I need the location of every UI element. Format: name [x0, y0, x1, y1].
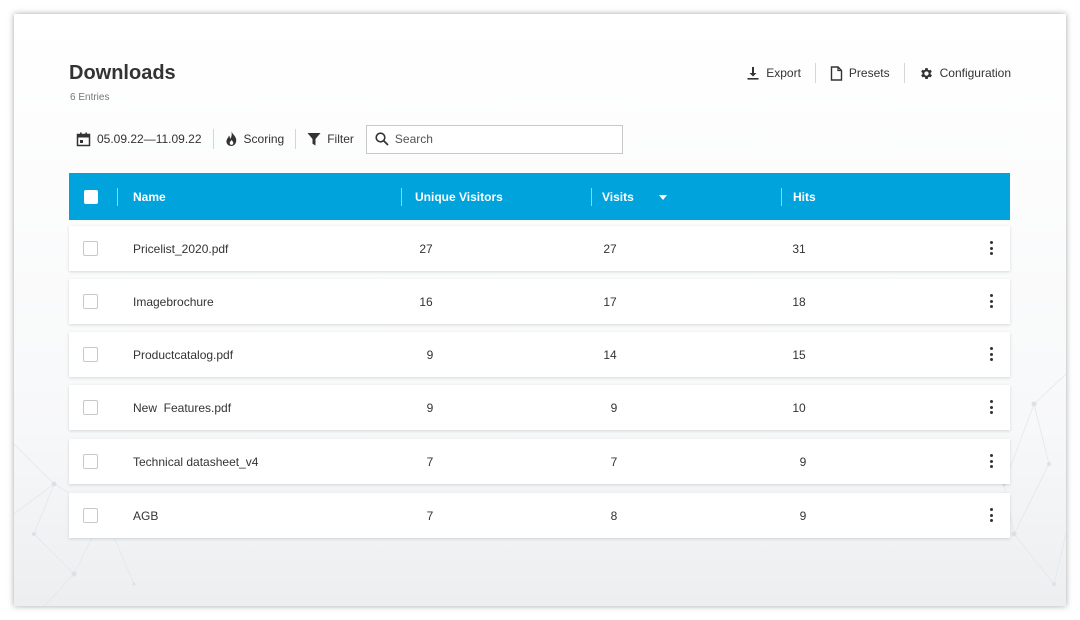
- more-options-icon[interactable]: [986, 452, 996, 470]
- page-title: Downloads: [69, 62, 176, 84]
- sort-descending-icon[interactable]: [659, 195, 667, 200]
- table-row[interactable]: New Features.pdf 9 9 10: [69, 385, 1010, 430]
- presets-label: Presets: [848, 66, 890, 80]
- download-icon: [747, 67, 759, 80]
- unique-visitors-value: 9: [426, 347, 434, 362]
- visits-value: 9: [610, 400, 618, 415]
- hits-value: 9: [799, 508, 807, 523]
- more-options-icon[interactable]: [986, 506, 996, 524]
- divider: [212, 129, 214, 149]
- more-options-icon[interactable]: [986, 292, 996, 310]
- column-header-hits[interactable]: Hits: [793, 173, 816, 220]
- row-checkbox[interactable]: [83, 400, 98, 415]
- app-window: Downloads 6 Entries Export Presets Confi…: [14, 14, 1066, 606]
- presets-button[interactable]: Presets: [830, 65, 890, 81]
- visits-value: 27: [603, 241, 617, 256]
- toolbar: 05.09.22—11.09.22 Scoring Filter: [76, 124, 623, 154]
- row-checkbox[interactable]: [83, 347, 98, 362]
- row-checkbox[interactable]: [83, 508, 98, 523]
- export-label: Export: [766, 66, 801, 80]
- hits-value: 10: [792, 400, 806, 415]
- hits-value: 9: [799, 454, 807, 469]
- hits-value: 31: [792, 241, 806, 256]
- unique-visitors-value: 7: [426, 508, 434, 523]
- table-row[interactable]: Technical datasheet_v4 7 7 9: [69, 439, 1010, 484]
- more-options-icon[interactable]: [986, 239, 996, 257]
- configuration-label: Configuration: [939, 66, 1011, 80]
- scoring-label: Scoring: [243, 132, 285, 146]
- file-name: Pricelist_2020.pdf: [133, 241, 229, 256]
- filter-button[interactable]: Filter: [307, 132, 354, 146]
- divider: [903, 63, 905, 83]
- file-name: New Features.pdf: [133, 400, 232, 415]
- entries-count: 6 Entries: [70, 92, 110, 103]
- file-name: AGB: [133, 508, 159, 523]
- table-row[interactable]: Pricelist_2020.pdf 27 27 31: [69, 226, 1010, 271]
- column-divider: [591, 188, 592, 206]
- row-checkbox[interactable]: [83, 294, 98, 309]
- date-range-picker[interactable]: 05.09.22—11.09.22: [76, 132, 202, 147]
- table-row[interactable]: AGB 7 8 9: [69, 493, 1010, 538]
- more-options-icon[interactable]: [986, 398, 996, 416]
- row-checkbox[interactable]: [83, 454, 98, 469]
- unique-visitors-value: 27: [419, 241, 433, 256]
- search-icon: [375, 132, 389, 146]
- export-button[interactable]: Export: [746, 66, 801, 80]
- row-checkbox[interactable]: [83, 241, 98, 256]
- date-range-label: 05.09.22—11.09.22: [97, 132, 202, 146]
- page-actions: Export Presets Configuration: [746, 63, 1011, 83]
- gear-icon: [920, 67, 932, 79]
- more-options-icon[interactable]: [986, 345, 996, 363]
- flame-icon: [225, 131, 236, 146]
- filter-label: Filter: [327, 132, 354, 146]
- visits-value: 7: [610, 454, 618, 469]
- search-field[interactable]: [365, 124, 623, 154]
- funnel-icon: [307, 133, 321, 146]
- file-name: Imagebrochure: [133, 294, 214, 309]
- column-header-name[interactable]: Name: [133, 173, 166, 220]
- visits-value: 14: [603, 347, 617, 362]
- column-header-visits[interactable]: Visits: [602, 173, 634, 220]
- divider: [814, 63, 816, 83]
- file-name: Productcatalog.pdf: [133, 347, 234, 362]
- column-header-unique-visitors[interactable]: Unique Visitors: [415, 173, 503, 220]
- calendar-icon: [76, 132, 91, 146]
- hits-value: 18: [792, 294, 806, 309]
- scoring-button[interactable]: Scoring: [225, 131, 285, 147]
- configuration-button[interactable]: Configuration: [919, 66, 1011, 81]
- column-divider: [781, 188, 782, 206]
- table-header: Name Unique Visitors Visits Hits: [69, 173, 1010, 220]
- unique-visitors-value: 7: [426, 454, 434, 469]
- document-icon: [830, 65, 843, 81]
- search-input[interactable]: [394, 132, 615, 146]
- table-row[interactable]: Productcatalog.pdf 9 14 15: [69, 332, 1010, 377]
- divider: [295, 129, 297, 149]
- column-divider: [401, 188, 402, 206]
- hits-value: 15: [792, 347, 806, 362]
- visits-value: 17: [603, 294, 617, 309]
- unique-visitors-value: 9: [426, 400, 434, 415]
- visits-value: 8: [610, 508, 618, 523]
- unique-visitors-value: 16: [419, 294, 433, 309]
- column-divider: [117, 188, 118, 206]
- select-all-checkbox[interactable]: [84, 190, 98, 204]
- table-row[interactable]: Imagebrochure 16 17 18: [69, 279, 1010, 324]
- file-name: Technical datasheet_v4: [133, 454, 259, 469]
